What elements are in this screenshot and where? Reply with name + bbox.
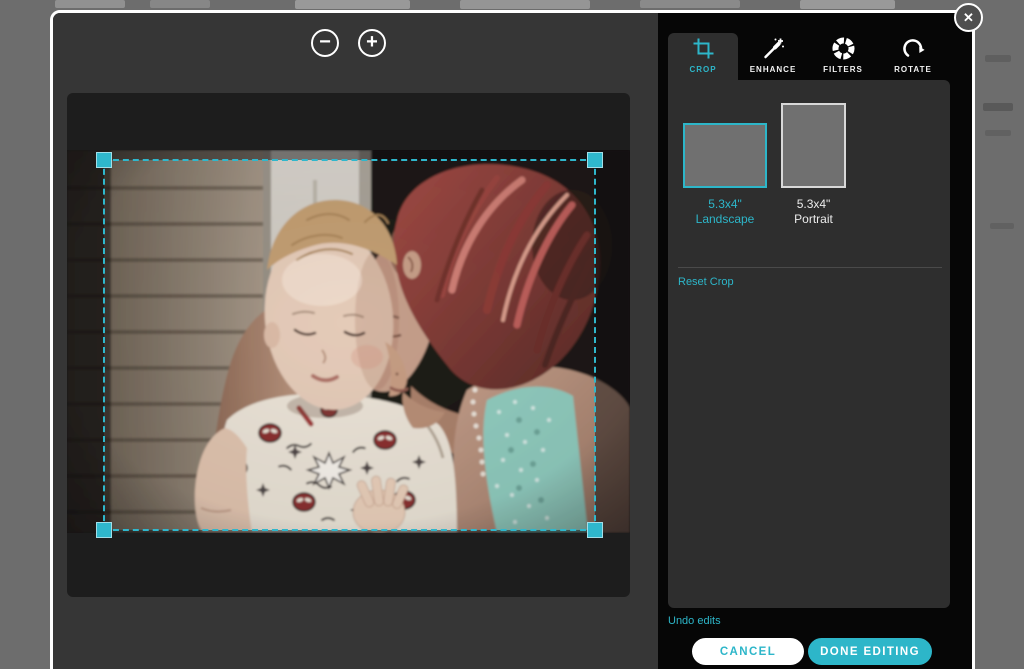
tab-crop[interactable]: CROP [668,33,738,80]
photo-preview-pane: − + [53,13,658,669]
tab-enhance[interactable]: ENHANCE [738,33,808,80]
minus-icon: − [319,32,331,52]
tab-label: ENHANCE [750,65,797,74]
page-remnant [990,223,1014,229]
page-remnant [985,55,1011,62]
close-icon: ✕ [963,10,974,26]
close-button[interactable]: ✕ [954,3,983,32]
cancel-button[interactable]: CANCEL [692,638,804,665]
crop-panel: 5.3x4" Landscape 5.3x4" Portrait Reset C… [668,80,950,608]
tab-filters[interactable]: FILTERS [808,33,878,80]
landscape-caption: 5.3x4" Landscape [696,197,755,227]
crop-handle-bottom-right[interactable] [587,522,603,538]
crop-handle-top-right[interactable] [587,152,603,168]
portrait-thumbnail [781,103,846,188]
tab-label: CROP [689,65,716,74]
crop-handle-top-left[interactable] [96,152,112,168]
photo-editor-screen: − + [0,0,1024,669]
magic-wand-icon [762,37,785,60]
panel-divider [678,267,942,268]
portrait-caption: 5.3x4" Portrait [794,197,833,227]
done-editing-button[interactable]: DONE EDITING [808,638,932,665]
crop-option-landscape[interactable]: 5.3x4" Landscape [683,123,767,227]
zoom-in-button[interactable]: + [358,29,386,57]
zoom-out-button[interactable]: − [311,29,339,57]
tab-label: ROTATE [894,65,932,74]
page-remnant [800,0,895,9]
landscape-thumbnail [683,123,767,188]
reset-crop-link[interactable]: Reset Crop [678,276,734,288]
crop-size-label: 5.3x4" [794,197,833,212]
crop-icon [692,37,715,60]
crop-size-label: 5.3x4" [696,197,755,212]
crop-orientation-label: Landscape [696,212,755,227]
page-remnant [460,0,590,9]
rotate-arrow-icon [902,37,925,60]
crop-marquee[interactable] [103,159,596,531]
page-remnant [150,0,210,8]
editing-tools-pane: CROP ENHANCE FILTERS [658,13,972,669]
page-remnant [983,103,1013,111]
editing-tabs: CROP ENHANCE FILTERS [668,33,948,80]
edit-photo-modal: − + [50,10,975,669]
tab-label: FILTERS [823,65,863,74]
plus-icon: + [366,32,378,52]
crop-orientation-label: Portrait [794,212,833,227]
page-remnant [985,130,1011,136]
crop-handle-bottom-left[interactable] [96,522,112,538]
undo-edits-link[interactable]: Undo edits [668,615,721,627]
page-remnant [55,0,125,8]
crop-aspect-options: 5.3x4" Landscape 5.3x4" Portrait [683,103,846,227]
photo-canvas[interactable] [67,93,630,597]
page-remnant [640,0,740,8]
page-remnant [295,0,410,9]
aperture-icon [832,37,855,60]
tab-rotate[interactable]: ROTATE [878,33,948,80]
crop-option-portrait[interactable]: 5.3x4" Portrait [781,103,846,227]
